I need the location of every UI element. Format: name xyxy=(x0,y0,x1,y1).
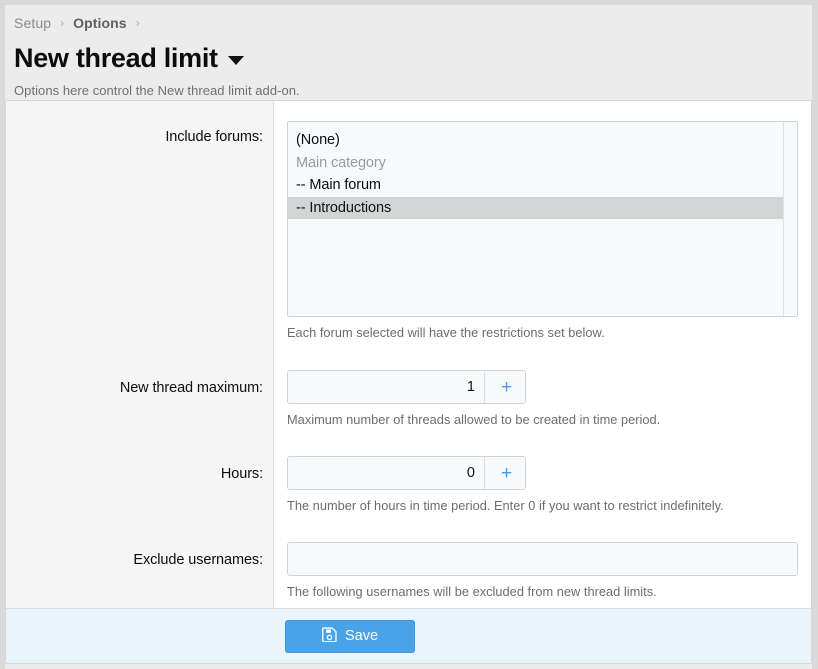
exclude-usernames-input[interactable] xyxy=(287,542,798,576)
window-chrome-right xyxy=(812,0,818,669)
field-new-thread-maximum: + − Maximum number of threads allowed to… xyxy=(275,370,811,427)
forums-listbox[interactable]: (None) Main category -- Main forum -- In… xyxy=(287,121,798,317)
chevron-down-icon[interactable] xyxy=(227,56,244,65)
field-hours: + − The number of hours in time period. … xyxy=(275,456,811,513)
new-thread-maximum-input[interactable] xyxy=(288,371,484,403)
hours-stepper[interactable]: + − xyxy=(287,456,526,490)
save-button-label: Save xyxy=(344,628,379,644)
label-exclude-usernames: Exclude usernames: xyxy=(133,552,263,568)
page-header: Setup › Options › New thread limit Optio… xyxy=(5,5,812,100)
breadcrumb: Setup › Options › xyxy=(14,12,812,34)
listbox-option-main-forum[interactable]: -- Main forum xyxy=(288,174,784,197)
form-row-exclude-usernames: Exclude usernames: The following usernam… xyxy=(6,513,811,599)
form-rows: Include forums: (None) Main category -- … xyxy=(6,101,811,608)
page-title: New thread limit xyxy=(14,43,218,73)
forums-listbox-options[interactable]: (None) Main category -- Main forum -- In… xyxy=(288,122,784,316)
label-new-thread-maximum: New thread maximum: xyxy=(119,380,263,396)
hint-exclude-usernames: The following usernames will be excluded… xyxy=(287,584,657,599)
listbox-option-introductions[interactable]: -- Introductions xyxy=(288,196,784,219)
hint-new-thread-maximum: Maximum number of threads allowed to be … xyxy=(287,412,661,427)
form-row-hours: Hours: + − The number of hours in time p… xyxy=(6,427,811,513)
hours-increment-button[interactable]: + xyxy=(484,457,525,489)
breadcrumb-item-setup[interactable]: Setup xyxy=(14,15,51,31)
field-exclude-usernames: The following usernames will be excluded… xyxy=(275,542,811,599)
new-thread-maximum-stepper[interactable]: + − xyxy=(287,370,526,404)
new-thread-maximum-increment-button[interactable]: + xyxy=(484,371,525,403)
breadcrumb-separator-icon: › xyxy=(60,16,65,30)
page-subtitle: Options here control the New thread limi… xyxy=(14,83,300,98)
floppy-disk-save-icon xyxy=(322,626,337,646)
listbox-group-main-category: Main category xyxy=(296,154,386,171)
field-include-forums: (None) Main category -- Main forum -- In… xyxy=(275,121,811,340)
listbox-option-none[interactable]: (None) xyxy=(288,129,784,152)
form-row-include-forums: Include forums: (None) Main category -- … xyxy=(6,101,811,340)
page-title-row: New thread limit xyxy=(14,41,812,75)
label-hours: Hours: xyxy=(220,466,263,482)
form-submit-bar: Save xyxy=(6,608,811,663)
forums-listbox-scrollbar[interactable] xyxy=(783,122,797,316)
hint-hours: The number of hours in time period. Ente… xyxy=(287,498,724,513)
app-window: Setup › Options › New thread limit Optio… xyxy=(0,0,818,669)
save-button[interactable]: Save xyxy=(285,619,415,653)
hours-input[interactable] xyxy=(288,457,484,489)
label-include-forums: Include forums: xyxy=(165,129,263,145)
form-row-new-thread-maximum: New thread maximum: + − Maximum number o… xyxy=(6,340,811,427)
breadcrumb-separator-icon: › xyxy=(135,16,140,30)
hint-include-forums: Each forum selected will have the restri… xyxy=(287,325,605,340)
breadcrumb-item-options[interactable]: Options xyxy=(73,15,127,31)
options-form: Include forums: (None) Main category -- … xyxy=(5,100,812,664)
